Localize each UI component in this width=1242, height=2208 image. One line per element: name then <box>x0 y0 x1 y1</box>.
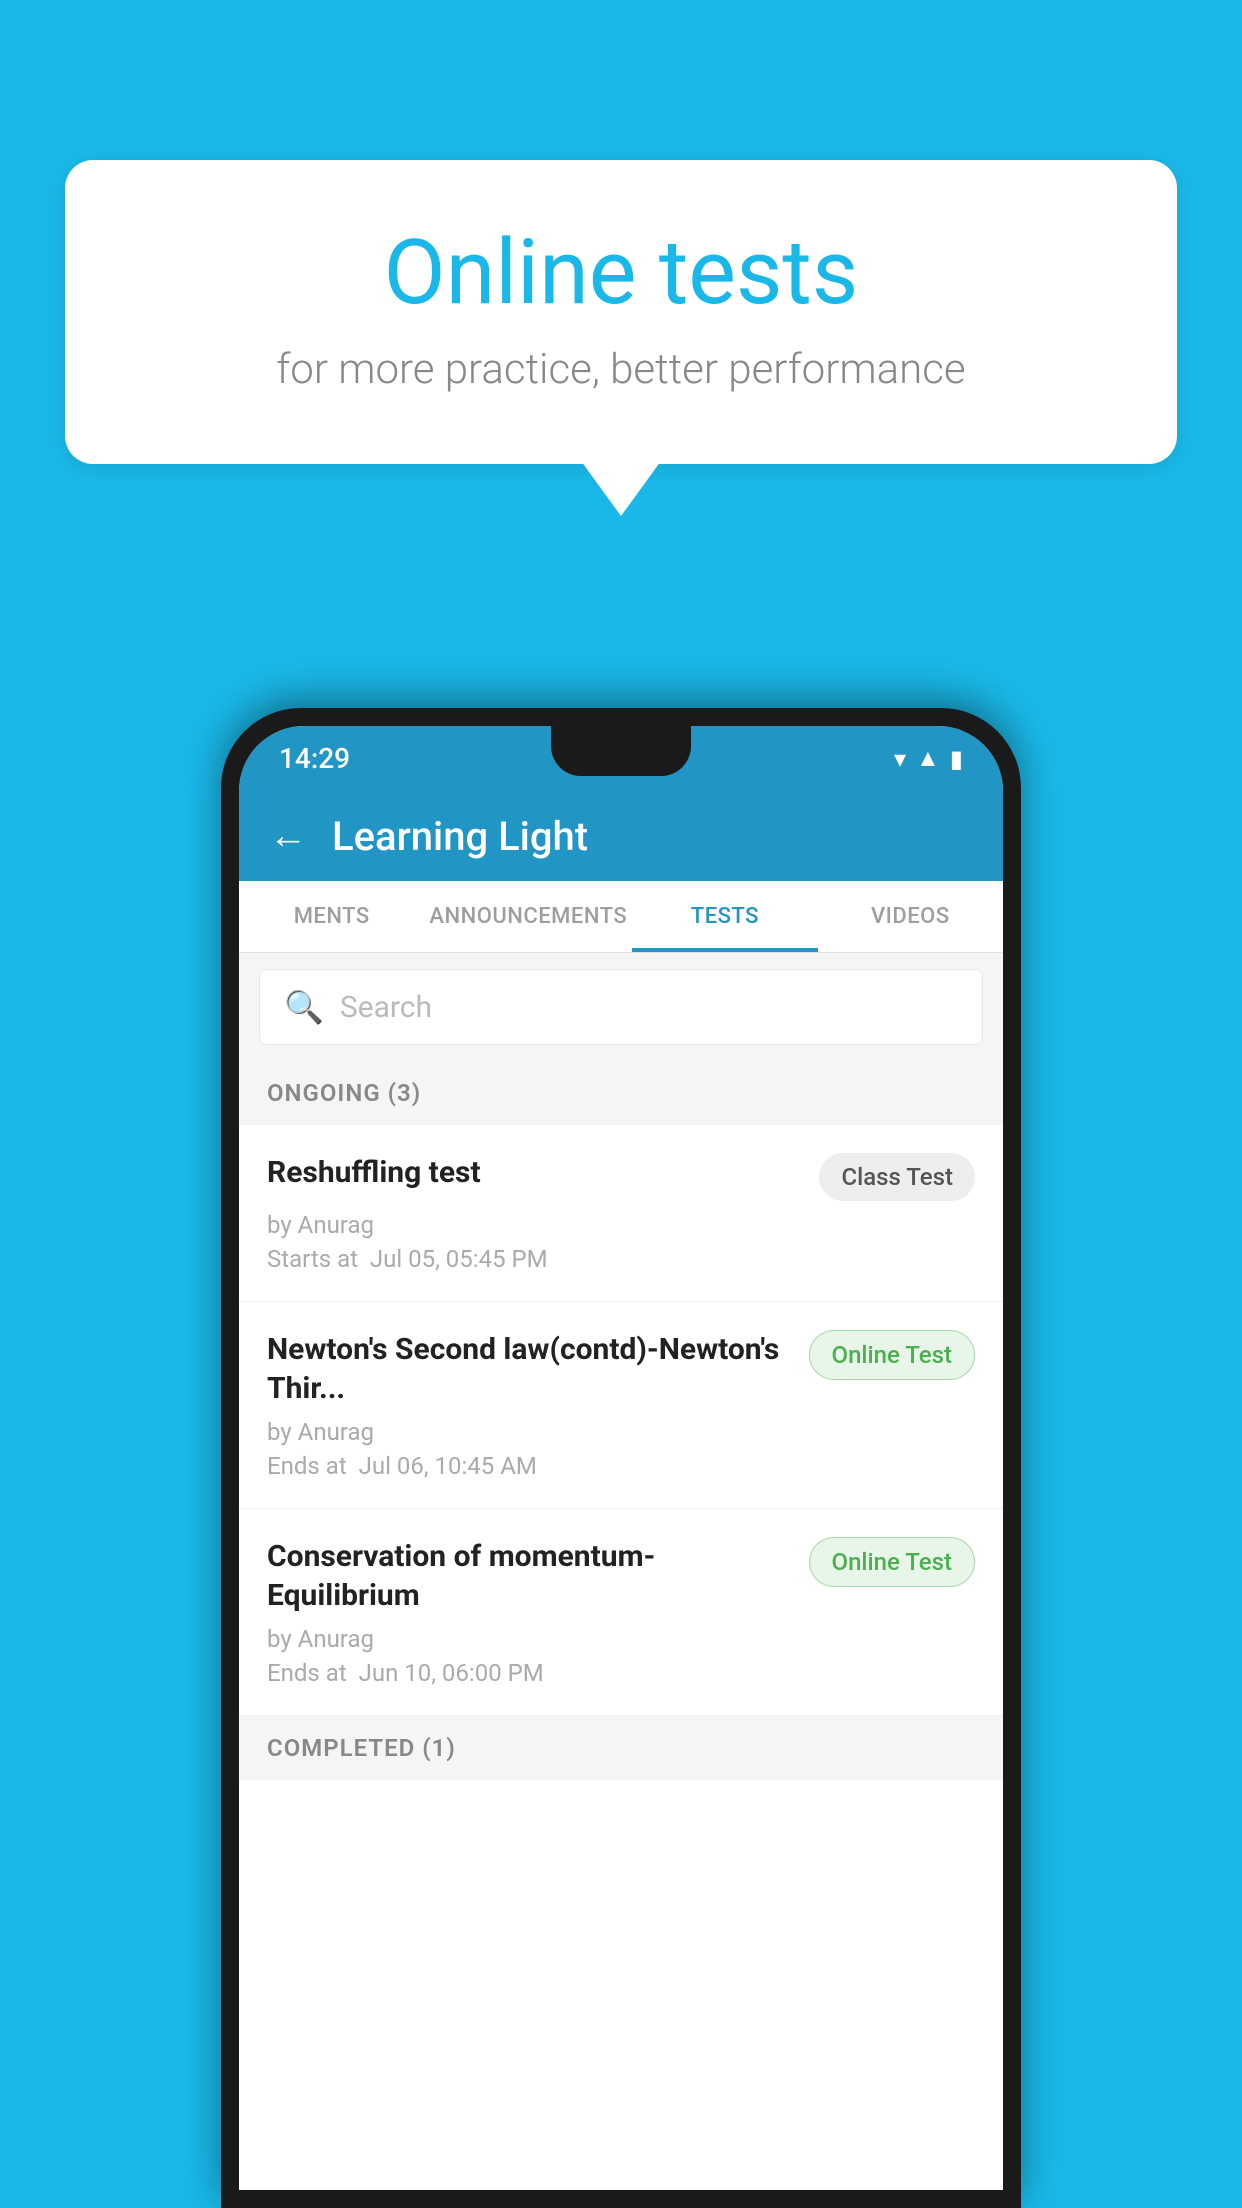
test-item-header-1: Reshuffling test Class Test <box>267 1153 975 1201</box>
test-time-value-3: Jun 10, 06:00 PM <box>359 1659 544 1687</box>
test-item-1[interactable]: Reshuffling test Class Test by Anurag St… <box>239 1125 1003 1302</box>
test-by-1: by Anurag <box>267 1211 374 1239</box>
test-meta-1: by Anurag <box>267 1211 975 1239</box>
tabs-bar: MENTS ANNOUNCEMENTS TESTS VIDEOS <box>239 881 1003 953</box>
completed-label: COMPLETED (1) <box>267 1734 456 1762</box>
search-box[interactable]: 🔍 Search <box>259 969 983 1045</box>
test-by-3: by Anurag <box>267 1625 374 1653</box>
status-bar: 14:29 ▾ ▲ ▮ <box>239 726 1003 791</box>
app-title: Learning Light <box>332 813 588 860</box>
tab-ments[interactable]: MENTS <box>239 881 424 952</box>
test-time-value-2: Jul 06, 10:45 AM <box>359 1452 537 1480</box>
test-title-1: Reshuffling test <box>267 1153 819 1192</box>
tab-announcements[interactable]: ANNOUNCEMENTS <box>424 881 632 952</box>
completed-section-header: COMPLETED (1) <box>239 1716 1003 1780</box>
phone-inner: 14:29 ▾ ▲ ▮ ← Learning Light MENTS ANNOU… <box>239 726 1003 2190</box>
test-time-label-2: Ends at <box>267 1452 347 1480</box>
speech-bubble-container: Online tests for more practice, better p… <box>65 160 1177 464</box>
test-badge-3: Online Test <box>809 1537 975 1587</box>
test-by-2: by Anurag <box>267 1418 374 1446</box>
test-badge-2: Online Test <box>809 1330 975 1380</box>
test-time-label-1: Starts at <box>267 1245 358 1273</box>
test-item-header-2: Newton's Second law(contd)-Newton's Thir… <box>267 1330 975 1408</box>
test-item-2[interactable]: Newton's Second law(contd)-Newton's Thir… <box>239 1302 1003 1509</box>
test-badge-1: Class Test <box>819 1153 975 1201</box>
ongoing-section-header: ONGOING (3) <box>239 1061 1003 1125</box>
search-container: 🔍 Search <box>239 953 1003 1061</box>
test-meta-2: by Anurag <box>267 1418 975 1446</box>
phone-frame: 14:29 ▾ ▲ ▮ ← Learning Light MENTS ANNOU… <box>221 708 1021 2208</box>
speech-bubble-subtitle: for more practice, better performance <box>145 345 1097 394</box>
test-title-2: Newton's Second law(contd)-Newton's Thir… <box>267 1330 809 1408</box>
test-time-label-3: Ends at <box>267 1659 347 1687</box>
battery-icon: ▮ <box>950 745 963 773</box>
test-meta-3: by Anurag <box>267 1625 975 1653</box>
speech-bubble-title: Online tests <box>145 220 1097 325</box>
status-time: 14:29 <box>279 742 350 775</box>
test-item-3[interactable]: Conservation of momentum-Equilibrium Onl… <box>239 1509 1003 1716</box>
notch <box>551 726 691 776</box>
test-title-3: Conservation of momentum-Equilibrium <box>267 1537 809 1615</box>
app-bar: ← Learning Light <box>239 791 1003 881</box>
test-time-2: Ends at Jul 06, 10:45 AM <box>267 1452 975 1480</box>
search-icon: 🔍 <box>284 988 324 1026</box>
tab-tests[interactable]: TESTS <box>632 881 817 952</box>
ongoing-label: ONGOING (3) <box>267 1079 421 1107</box>
signal-icon: ▲ <box>916 744 940 773</box>
back-button[interactable]: ← <box>269 814 307 858</box>
test-item-header-3: Conservation of momentum-Equilibrium Onl… <box>267 1537 975 1615</box>
search-placeholder: Search <box>340 990 432 1025</box>
test-time-1: Starts at Jul 05, 05:45 PM <box>267 1245 975 1273</box>
tab-videos[interactable]: VIDEOS <box>818 881 1003 952</box>
status-icons: ▾ ▲ ▮ <box>894 744 963 773</box>
speech-bubble: Online tests for more practice, better p… <box>65 160 1177 464</box>
test-time-value-1: Jul 05, 05:45 PM <box>370 1245 548 1273</box>
wifi-icon: ▾ <box>894 745 906 773</box>
test-time-3: Ends at Jun 10, 06:00 PM <box>267 1659 975 1687</box>
